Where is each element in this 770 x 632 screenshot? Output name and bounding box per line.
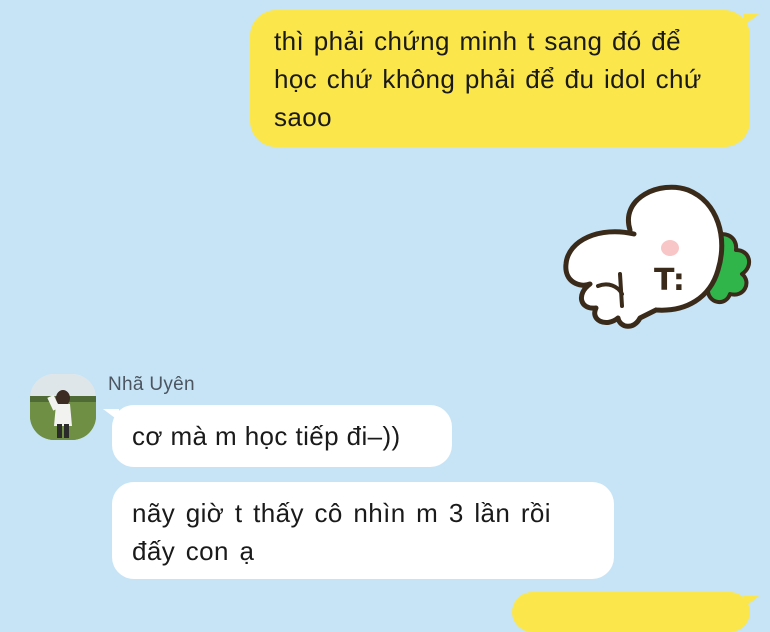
incoming-message-bubble[interactable]: nãy giờ t thấy cô nhìn m 3 lần rồi đấy c… (112, 482, 614, 579)
message-text: thì phải chứng minh t sang đó để học chứ… (274, 26, 702, 132)
outgoing-message-bubble[interactable]: thì phải chứng minh t sang đó để học chứ… (250, 10, 759, 147)
message-text: cơ mà m học tiếp đi–)) (132, 421, 401, 451)
message-text: nãy giờ t thấy cô nhìn m 3 lần rồi đấy c… (132, 498, 551, 566)
bubble-tail (103, 409, 119, 421)
rabbit-sticker-icon[interactable]: T: (560, 178, 760, 338)
sticker-graphic: T: (563, 184, 752, 329)
outgoing-message-bubble-partial[interactable] (512, 592, 759, 632)
sender-name: Nhã Uyên (108, 374, 195, 395)
bubble-tail (743, 596, 759, 608)
incoming-message-bubble[interactable]: cơ mà m học tiếp đi–)) (103, 405, 452, 467)
contact-avatar[interactable] (30, 374, 96, 440)
bubble-tail (743, 14, 759, 26)
sticker-face-text: T: (654, 263, 685, 298)
avatar-photo-icon (30, 374, 96, 440)
chat-area: thì phải chứng minh t sang đó để học chứ… (0, 0, 770, 632)
